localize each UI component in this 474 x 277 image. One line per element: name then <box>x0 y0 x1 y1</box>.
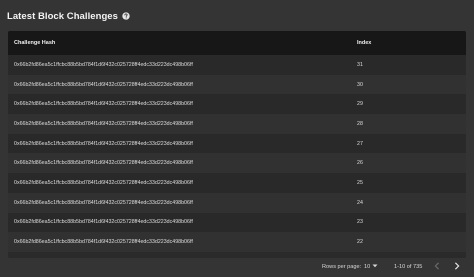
chevron-right-icon <box>454 262 460 272</box>
column-header-challenge-hash[interactable]: Challenge Hash <box>8 40 351 46</box>
challenge-hash-cell: 0x66b2fd86ea5c1ffcbc88b5bd784f1d6f432c02… <box>14 219 193 226</box>
table-row[interactable]: 0x66b2fd86ea5c1ffcbc88b5bd784f1d6f432c02… <box>8 212 466 233</box>
page-header: Latest Block Challenges <box>7 9 130 23</box>
challenge-hash-cell: 0x66b2fd86ea5c1ffcbc88b5bd784f1d6f432c02… <box>14 199 193 206</box>
challenge-hash-cell: 0x66b2fd86ea5c1ffcbc88b5bd784f1d6f432c02… <box>14 160 193 167</box>
index-cell: 26 <box>357 160 363 167</box>
caret-down-icon <box>372 264 378 270</box>
challenge-hash-cell: 0x66b2fd86ea5c1ffcbc88b5bd784f1d6f432c02… <box>14 239 193 246</box>
pagination-bar: Rows per page: 10 1-10 of 735 <box>0 258 474 277</box>
help-circle-icon[interactable] <box>122 12 130 20</box>
challenge-hash-cell: 0x66b2fd86ea5c1ffcbc88b5bd784f1d6f432c02… <box>14 179 193 186</box>
index-cell: 30 <box>357 81 363 88</box>
challenges-table: Challenge Hash Index 0x66b2fd86ea5c1ffcb… <box>8 31 466 258</box>
previous-page-button[interactable] <box>431 261 443 273</box>
challenge-hash-cell: 0x66b2fd86ea5c1ffcbc88b5bd784f1d6f432c02… <box>14 140 193 147</box>
table-row[interactable]: 0x66b2fd86ea5c1ffcbc88b5bd784f1d6f432c02… <box>8 55 466 75</box>
table-row[interactable]: 0x66b2fd86ea5c1ffcbc88b5bd784f1d6f432c02… <box>8 94 466 115</box>
challenge-hash-cell: 0x66b2fd86ea5c1ffcbc88b5bd784f1d6f432c02… <box>14 120 193 127</box>
index-cell: 29 <box>357 101 363 108</box>
chevron-left-icon <box>434 262 440 272</box>
column-header-index[interactable]: Index <box>351 40 466 46</box>
table-row[interactable]: 0x66b2fd86ea5c1ffcbc88b5bd784f1d6f432c02… <box>8 133 466 154</box>
index-cell: 22 <box>357 239 363 246</box>
table-row[interactable]: 0x66b2fd86ea5c1ffcbc88b5bd784f1d6f432c02… <box>8 232 466 252</box>
table-row[interactable]: 0x66b2fd86ea5c1ffcbc88b5bd784f1d6f432c02… <box>8 153 466 174</box>
table-row[interactable]: 0x66b2fd86ea5c1ffcbc88b5bd784f1d6f432c02… <box>8 192 466 213</box>
index-cell: 27 <box>357 140 363 147</box>
challenge-hash-cell: 0x66b2fd86ea5c1ffcbc88b5bd784f1d6f432c02… <box>14 101 193 108</box>
challenge-hash-cell: 0x66b2fd86ea5c1ffcbc88b5bd784f1d6f432c02… <box>14 81 193 88</box>
table-header: Challenge Hash Index <box>8 31 466 55</box>
challenges-page: Latest Block Challenges Challenge Hash I… <box>0 0 474 277</box>
rows-per-page-select[interactable]: 10 <box>364 261 381 272</box>
index-cell: 31 <box>357 61 363 68</box>
index-cell: 28 <box>357 120 363 127</box>
index-cell: 23 <box>357 219 363 226</box>
next-page-button[interactable] <box>451 261 463 273</box>
challenge-hash-cell: 0x66b2fd86ea5c1ffcbc88b5bd784f1d6f432c02… <box>14 61 193 68</box>
page-title: Latest Block Challenges <box>7 10 118 22</box>
pagination-range: 1-10 of 735 <box>394 264 423 270</box>
rows-per-page-label: Rows per page: <box>322 264 362 270</box>
table-row[interactable]: 0x66b2fd86ea5c1ffcbc88b5bd784f1d6f432c02… <box>8 74 466 95</box>
index-cell: 24 <box>357 199 363 206</box>
index-cell: 25 <box>357 179 363 186</box>
table-row[interactable]: 0x66b2fd86ea5c1ffcbc88b5bd784f1d6f432c02… <box>8 173 466 193</box>
table-body: 0x66b2fd86ea5c1ffcbc88b5bd784f1d6f432c02… <box>8 55 466 252</box>
rows-per-page-value: 10 <box>364 263 371 270</box>
table-row[interactable]: 0x66b2fd86ea5c1ffcbc88b5bd784f1d6f432c02… <box>8 114 466 134</box>
